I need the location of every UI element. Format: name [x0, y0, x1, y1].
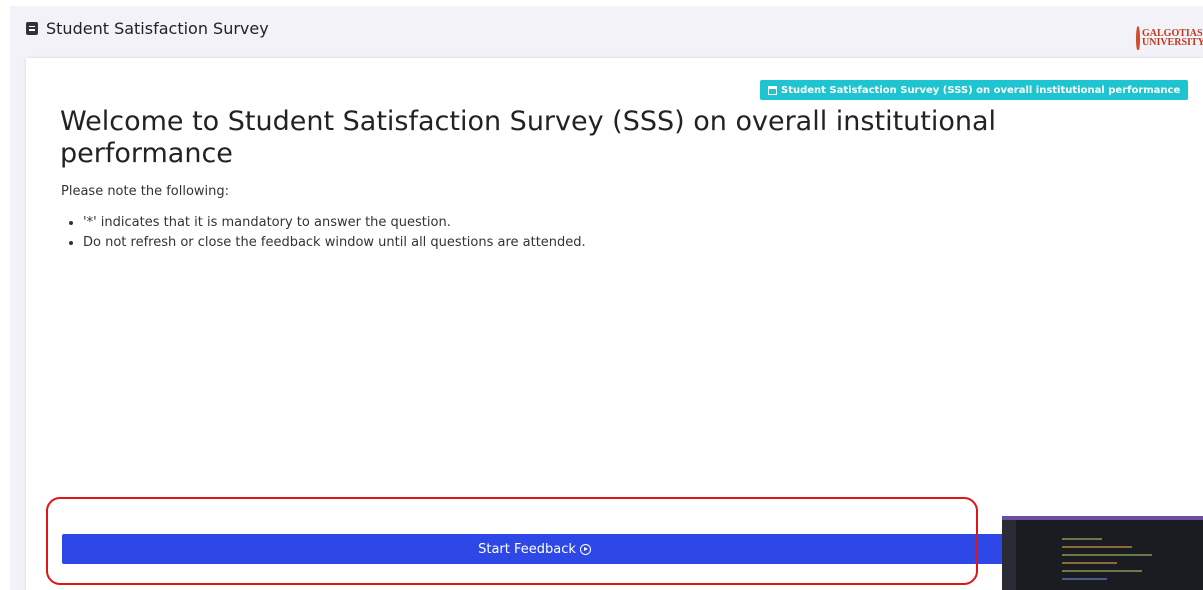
welcome-title: Welcome to Student Satisfaction Survey (… [60, 106, 997, 169]
note-intro: Please note the following: [61, 184, 230, 199]
university-logo: GALGOTIAS UNIVERSITY A [1136, 24, 1203, 52]
survey-badge-label: Student Satisfaction Survey (SSS) on ove… [781, 84, 1181, 96]
note-list: '*' indicates that it is mandatory to an… [61, 213, 586, 253]
survey-page: Student Satisfaction Survey GALGOTIAS UN… [0, 0, 1203, 590]
list-item: Do not refresh or close the feedback win… [83, 233, 586, 253]
logo-subtext: UNIVERSITY [1142, 37, 1203, 48]
screen-share-thumbnail [1002, 516, 1203, 590]
logo-mark-icon [1136, 26, 1140, 50]
app-header: Student Satisfaction Survey [26, 14, 269, 42]
list-item: '*' indicates that it is mandatory to an… [83, 213, 586, 233]
annotation-highlight [46, 497, 978, 585]
app-title: Student Satisfaction Survey [46, 18, 269, 38]
document-icon [26, 21, 38, 35]
survey-icon [768, 85, 777, 95]
survey-badge: Student Satisfaction Survey (SSS) on ove… [760, 80, 1189, 100]
